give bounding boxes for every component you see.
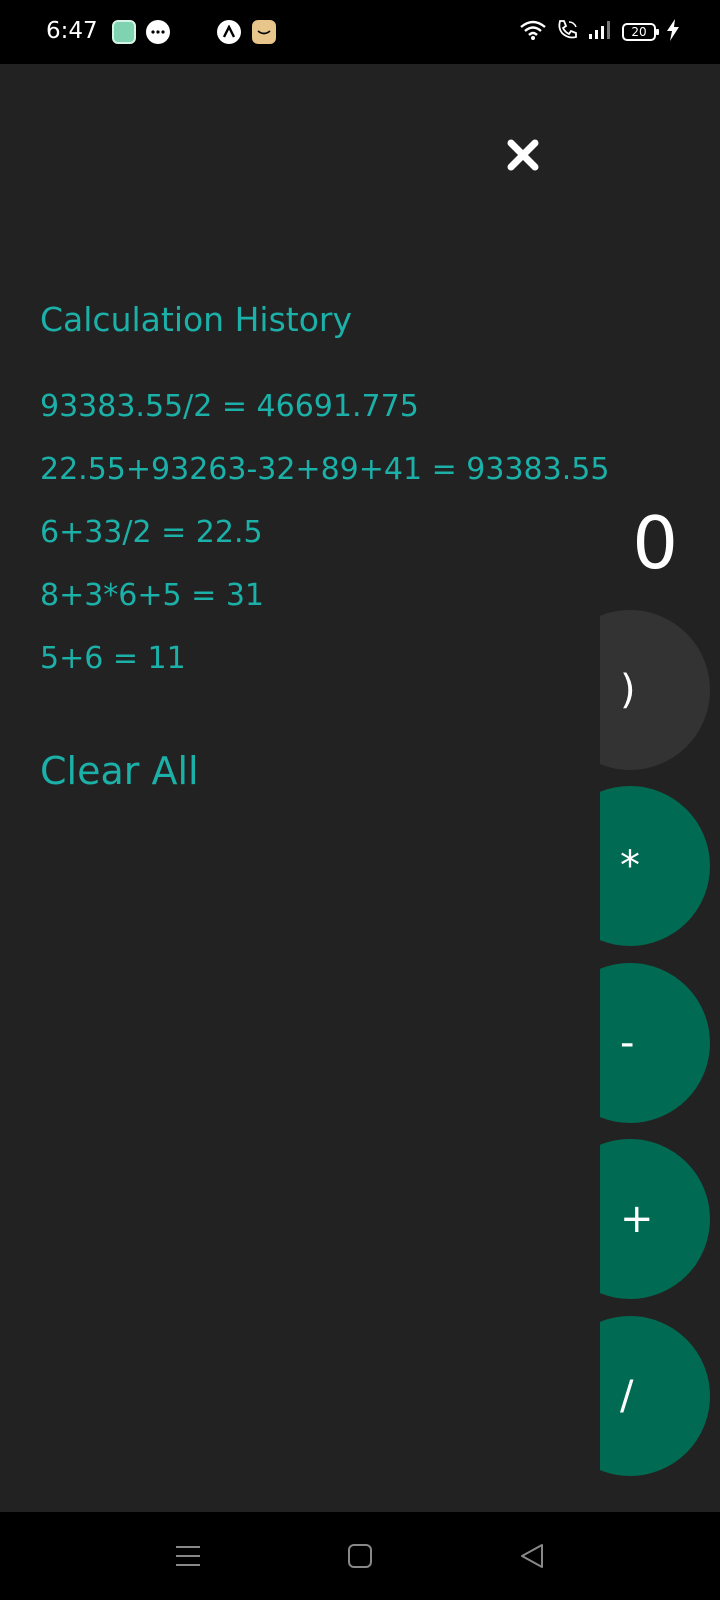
- navigation-bar: [0, 1512, 720, 1600]
- home-square-icon: [348, 1544, 372, 1568]
- history-item[interactable]: 6+33/2 = 22.5: [40, 514, 609, 577]
- message-bubble-icon: [146, 20, 170, 44]
- close-icon: [507, 139, 539, 171]
- close-history-button[interactable]: [506, 138, 540, 172]
- status-indicators: 20: [520, 18, 680, 46]
- status-time: 6:47: [46, 18, 98, 44]
- back-button[interactable]: [512, 1540, 552, 1572]
- home-button[interactable]: [340, 1540, 380, 1572]
- back-triangle-icon: [521, 1544, 543, 1568]
- arrow-up-app-icon: [217, 20, 241, 44]
- multiply-key[interactable]: *: [600, 786, 710, 946]
- history-item[interactable]: 93383.55/2 = 46691.775: [40, 388, 609, 451]
- minus-key[interactable]: -: [600, 963, 710, 1123]
- history-list: 93383.55/2 = 46691.775 22.55+93263-32+89…: [40, 388, 609, 703]
- close-paren-key[interactable]: ): [600, 610, 710, 770]
- battery-icon: 20: [622, 23, 659, 41]
- wifi-call-icon: [556, 19, 578, 45]
- clear-all-button[interactable]: Clear All: [40, 748, 199, 794]
- plus-key[interactable]: +: [600, 1139, 710, 1299]
- battery-level: 20: [631, 25, 647, 39]
- history-title: Calculation History: [40, 300, 352, 339]
- menu-icon: [176, 1546, 200, 1566]
- operator-keypad: ) * - + /: [600, 600, 720, 1500]
- history-item[interactable]: 5+6 = 11: [40, 640, 609, 703]
- history-item[interactable]: 8+3*6+5 = 31: [40, 577, 609, 640]
- history-item[interactable]: 22.55+93263-32+89+41 = 93383.55: [40, 451, 609, 514]
- divide-key[interactable]: /: [600, 1316, 710, 1476]
- recent-apps-button[interactable]: [168, 1540, 208, 1572]
- status-bar: 6:47 20: [0, 0, 720, 64]
- wifi-icon: [520, 20, 546, 44]
- signal-icon: [588, 20, 612, 44]
- amazon-box-icon: [252, 20, 276, 44]
- charging-bolt-icon: [666, 19, 680, 45]
- calculator-display: 0: [632, 501, 678, 585]
- stack-app-icon: [112, 20, 136, 44]
